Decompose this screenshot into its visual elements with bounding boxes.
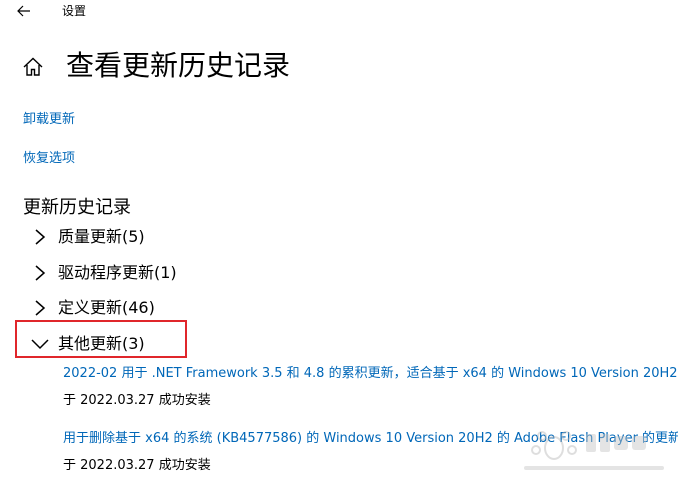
group-definition-updates[interactable]: 定义更新(46) [30,293,155,323]
uninstall-updates-link[interactable]: 卸载更新 [23,111,75,129]
app-title: 设置 [62,4,87,18]
home-icon [23,57,43,76]
settings-window: 设置 查看更新历史记录 卸载更新 恢复选项 更新历史记录 质量更新(5) 驱动程… [0,0,678,482]
update-entry-status: 于 2022.03.27 成功安装 [63,393,211,408]
group-driver-updates[interactable]: 驱动程序更新(1) [30,258,177,288]
update-history-heading: 更新历史记录 [23,197,131,218]
update-entry-status: 于 2022.03.27 成功安装 [63,458,211,473]
update-entry-link[interactable]: 用于删除基于 x64 的系统 (KB4577586) 的 Windows 10 … [63,430,678,448]
group-label: 质量更新(5) [58,227,145,246]
annotation-highlight-box [15,320,187,358]
back-button[interactable] [10,0,38,22]
group-label: 驱动程序更新(1) [58,263,177,282]
chevron-right-icon [30,227,50,247]
chevron-right-icon [30,263,50,283]
chevron-right-icon [30,298,50,318]
back-arrow-icon [17,5,30,17]
page-title: 查看更新历史记录 [66,49,291,82]
group-quality-updates[interactable]: 质量更新(5) [30,222,145,252]
group-label: 定义更新(46) [58,298,155,317]
update-entry-link[interactable]: 2022-02 用于 .NET Framework 3.5 和 4.8 的累积更… [63,365,678,383]
recovery-options-link[interactable]: 恢复选项 [23,150,75,168]
